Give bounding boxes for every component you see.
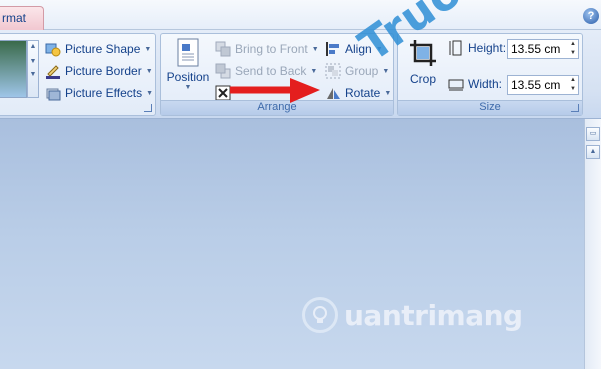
lightbulb-icon (302, 297, 338, 333)
rotate-label: Rotate (345, 86, 381, 100)
send-to-back-icon (215, 63, 231, 79)
chevron-down-icon: ▼ (184, 84, 192, 91)
width-value: 13.55 cm (511, 78, 561, 92)
help-icon[interactable]: ? (583, 8, 599, 24)
title-bar: rmat ? (0, 0, 601, 31)
position-label: Position (166, 70, 210, 84)
chevron-down-icon: ▼ (310, 67, 318, 75)
position-button[interactable]: Position ▼ (165, 38, 211, 100)
chevron-down-icon: ▼ (384, 89, 392, 97)
gallery-scroll[interactable]: ▲ ▼ ▼ (27, 40, 39, 98)
picture-styles-group: ▲ ▼ ▼ Picture Shape ▼ Picture Border ▼ P… (0, 33, 156, 116)
group-label: Group (345, 64, 379, 78)
watermark-brand: uantrimang (302, 297, 523, 333)
align-icon (325, 41, 341, 57)
chevron-down-icon: ▼ (311, 45, 319, 53)
height-field[interactable]: 13.55 cm ▲ ▼ (507, 39, 579, 59)
text-wrapping-icon (215, 85, 231, 101)
picture-effects-label: Picture Effects (65, 86, 143, 100)
height-icon (448, 40, 464, 56)
bring-to-front-icon (215, 41, 231, 57)
chevron-down-icon: ▼ (146, 89, 154, 97)
height-spinner[interactable]: ▲ ▼ (568, 40, 578, 58)
height-label: Height: (468, 41, 507, 55)
width-field[interactable]: 13.55 cm ▲ ▼ (507, 75, 579, 95)
picture-effects-icon (45, 85, 61, 101)
ruler-toggle-icon[interactable]: ▭ (586, 127, 600, 141)
dialog-launcher-icon[interactable] (144, 104, 152, 112)
tab-format[interactable]: rmat (0, 6, 44, 31)
width-label: Width: (468, 77, 503, 91)
height-value: 13.55 cm (511, 42, 561, 56)
picture-shape-label: Picture Shape (65, 42, 141, 56)
picture-shape-button[interactable]: Picture Shape ▼ (45, 39, 151, 59)
picture-style-gallery[interactable] (0, 40, 27, 98)
width-icon (448, 76, 464, 92)
bring-to-front-button[interactable]: Bring to Front ▼ (215, 39, 319, 59)
bring-to-front-label: Bring to Front (235, 42, 308, 56)
size-group-label: Size (398, 100, 582, 115)
watermark-brand-text: uantrimang (344, 298, 523, 332)
chevron-down-icon: ▼ (145, 67, 153, 75)
position-icon (175, 38, 201, 68)
chevron-down-icon: ▼ (144, 45, 152, 53)
picture-effects-button[interactable]: Picture Effects ▼ (45, 83, 153, 103)
red-arrow-annotation (230, 78, 320, 103)
picture-border-button[interactable]: Picture Border ▼ (45, 61, 153, 81)
vertical-scrollbar[interactable]: ▭ ▲ (584, 119, 601, 369)
width-spinner[interactable]: ▲ ▼ (568, 76, 578, 94)
picture-shape-icon (45, 41, 61, 57)
picture-border-icon (45, 63, 61, 79)
rotate-icon (325, 85, 341, 101)
dialog-launcher-icon[interactable] (571, 104, 579, 112)
picture-border-label: Picture Border (65, 64, 142, 78)
scroll-up-button[interactable]: ▲ (586, 145, 600, 159)
width-control: Width: (448, 74, 502, 94)
size-group: Crop Height: 13.55 cm ▲ ▼ Width: 13.55 cm… (397, 33, 583, 116)
height-control: Height: (448, 38, 506, 58)
crop-label: Crop (409, 72, 436, 86)
group-icon (325, 63, 341, 79)
